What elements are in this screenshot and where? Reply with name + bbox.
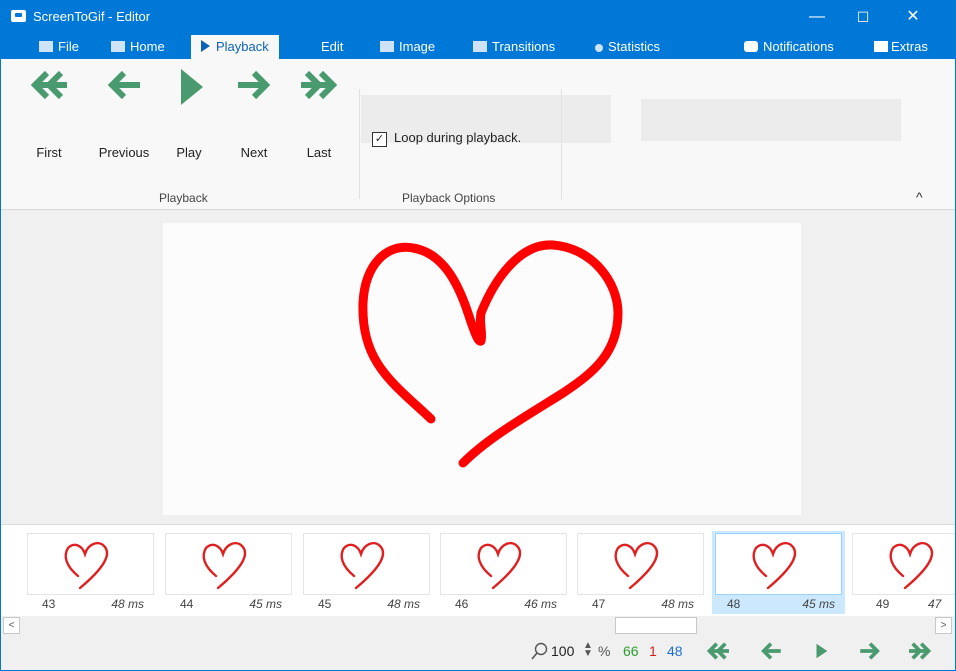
tab-statistics[interactable]: Statistics [595, 35, 660, 59]
title-bar: ScreenToGif - Editor — ☐ ✕ [1, 1, 955, 33]
play-icon [201, 40, 210, 52]
frame-thumbnail [577, 533, 704, 595]
tab-image[interactable]: Image [380, 35, 435, 59]
collapse-ribbon-icon[interactable]: ^ [916, 189, 923, 205]
ghost-panel [641, 99, 901, 141]
arrow-right-icon [238, 70, 271, 100]
tab-playback[interactable]: Playback [191, 35, 279, 59]
first-icon [30, 70, 67, 100]
ribbon: First Previous Play Next Last Playback ✓… [1, 59, 955, 210]
frame-number: 45 [318, 597, 332, 611]
canvas-area [1, 210, 955, 523]
last-icon[interactable] [907, 640, 933, 662]
frame-thumbnail [852, 533, 955, 595]
frame-item[interactable]: 49 47 [852, 531, 955, 614]
frame-count: 66 [623, 643, 639, 659]
current-frame: 48 [667, 643, 683, 659]
heart-drawing [358, 240, 623, 468]
frame-delay: 48 ms [661, 597, 694, 611]
zoom-icon [531, 642, 548, 660]
frame-item[interactable]: 45 48 ms [303, 531, 430, 614]
frame-item[interactable]: 47 48 ms [577, 531, 704, 614]
extras-button[interactable]: Extras [874, 35, 928, 59]
arrow-left-icon [107, 70, 140, 100]
info-icon [595, 44, 603, 52]
frame-thumbnail [303, 533, 430, 595]
loop-checkbox[interactable]: ✓ [372, 132, 387, 147]
frame-delay: 48 ms [387, 597, 420, 611]
window-title: ScreenToGif - Editor [33, 9, 151, 24]
image-icon [380, 41, 394, 52]
frame-thumbnail [165, 533, 292, 595]
home-icon [111, 41, 125, 52]
notifications-button[interactable]: Notifications [744, 35, 834, 59]
scroll-right-icon[interactable]: > [935, 617, 952, 634]
frame-item[interactable]: 43 48 ms [27, 531, 154, 614]
next-frame-button[interactable]: Next [226, 63, 282, 163]
play-icon[interactable] [812, 640, 830, 662]
close-button[interactable]: ✕ [890, 1, 936, 33]
last-icon [301, 70, 338, 100]
frame-number: 47 [592, 597, 606, 611]
playback-options-group-label: Playback Options [402, 191, 496, 205]
selected-count: 1 [649, 643, 657, 659]
frame-number: 44 [180, 597, 194, 611]
status-bar: 100 ▲ ▼ % 66 1 48 [1, 634, 955, 670]
first-icon[interactable] [705, 640, 731, 662]
editor-window: ScreenToGif - Editor — ☐ ✕ File Home Pla… [0, 0, 956, 671]
transitions-icon [473, 41, 487, 52]
notifications-icon [744, 41, 758, 52]
frame-delay: 47 [928, 597, 942, 611]
frame-delay: 48 ms [111, 597, 144, 611]
pencil-icon [310, 41, 316, 52]
frame-thumbnail [27, 533, 154, 595]
previous-frame-button[interactable]: Previous [96, 63, 152, 163]
ribbon-separator [359, 89, 360, 199]
first-frame-button[interactable]: First [21, 63, 77, 163]
scroll-left-icon[interactable]: < [3, 617, 20, 634]
frame-thumbnail [440, 533, 567, 595]
play-icon [181, 69, 203, 105]
frame-thumbnail [715, 533, 842, 595]
frame-delay: 45 ms [249, 597, 282, 611]
frame-number: 48 [727, 597, 741, 611]
arrow-right-icon[interactable] [857, 640, 883, 662]
frame-number: 49 [876, 597, 890, 611]
frame-number: 46 [455, 597, 469, 611]
frame-canvas[interactable] [163, 223, 801, 515]
arrow-left-icon[interactable] [758, 640, 784, 662]
tab-transitions[interactable]: Transitions [473, 35, 555, 59]
last-frame-button[interactable]: Last [291, 63, 347, 163]
scrollbar-thumb[interactable] [615, 617, 697, 634]
zoom-stepper-icon[interactable]: ▲ ▼ [583, 641, 593, 659]
loop-label[interactable]: Loop during playback. [394, 130, 521, 145]
tab-home[interactable]: Home [111, 35, 165, 59]
ribbon-separator [561, 89, 562, 199]
frame-list: 43 48 ms 44 45 ms 45 48 ms 46 46 ms 47 4… [1, 524, 955, 617]
frame-item[interactable]: 46 46 ms [440, 531, 567, 614]
tab-bar: File Home Playback Edit Image Transition… [1, 33, 955, 59]
frame-delay: 45 ms [802, 597, 835, 611]
maximize-button[interactable]: ☐ [840, 1, 886, 33]
frame-number: 43 [42, 597, 56, 611]
extras-icon [874, 41, 888, 52]
zoom-value[interactable]: 100 [551, 643, 574, 659]
playback-group-label: Playback [159, 191, 208, 205]
frame-item-selected[interactable]: 48 45 ms [712, 531, 845, 614]
tab-edit[interactable]: Edit [310, 35, 343, 59]
zoom-unit: % [598, 643, 611, 659]
frame-list-scrollbar[interactable]: < > [1, 616, 955, 634]
frame-delay: 46 ms [524, 597, 557, 611]
minimize-button[interactable]: — [794, 1, 840, 33]
save-icon [39, 41, 53, 52]
play-button[interactable]: Play [161, 63, 217, 163]
tab-file[interactable]: File [39, 35, 79, 59]
app-icon [11, 10, 26, 22]
frame-item[interactable]: 44 45 ms [165, 531, 292, 614]
